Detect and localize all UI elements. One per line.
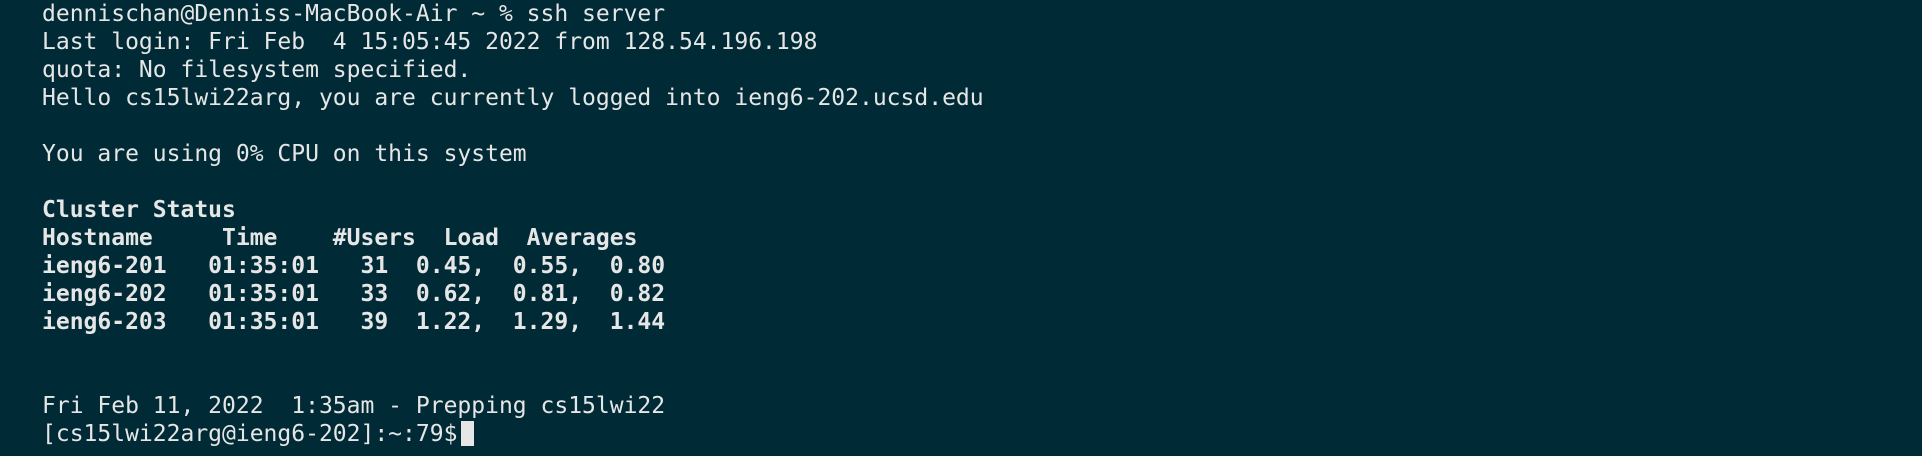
terminal-line-hello: Hello cs15lwi22arg, you are currently lo… xyxy=(42,85,984,111)
terminal-line-quota: quota: No filesystem specified. xyxy=(42,57,472,83)
shell-prompt-line[interactable]: [cs15lwi22arg@ieng6-202]:~:79$ xyxy=(42,420,1922,448)
cluster-table-row: ieng6-201 01:35:01 31 0.45, 0.55, 0.80 xyxy=(42,253,666,279)
shell-prompt: [cs15lwi22arg@ieng6-202]:~:79$ xyxy=(42,421,458,447)
cluster-table-row: ieng6-202 01:35:01 33 0.62, 0.81, 0.82 xyxy=(42,281,666,307)
terminal-window[interactable]: dennischan@Denniss-MacBook-Air ~ % ssh s… xyxy=(0,0,1922,456)
cluster-table-row: ieng6-203 01:35:01 39 1.22, 1.29, 1.44 xyxy=(42,309,666,335)
terminal-line-date-message: Fri Feb 11, 2022 1:35am - Prepping cs15l… xyxy=(42,393,666,419)
text-cursor xyxy=(461,421,475,446)
cluster-table-header: Hostname Time #Users Load Averages xyxy=(42,225,638,251)
terminal-line-ssh-command: dennischan@Denniss-MacBook-Air ~ % ssh s… xyxy=(42,1,666,27)
terminal-line-last-login: Last login: Fri Feb 4 15:05:45 2022 from… xyxy=(42,29,818,55)
cluster-status-heading: Cluster Status xyxy=(42,197,236,223)
terminal-line-cpu-usage: You are using 0% CPU on this system xyxy=(42,141,527,167)
